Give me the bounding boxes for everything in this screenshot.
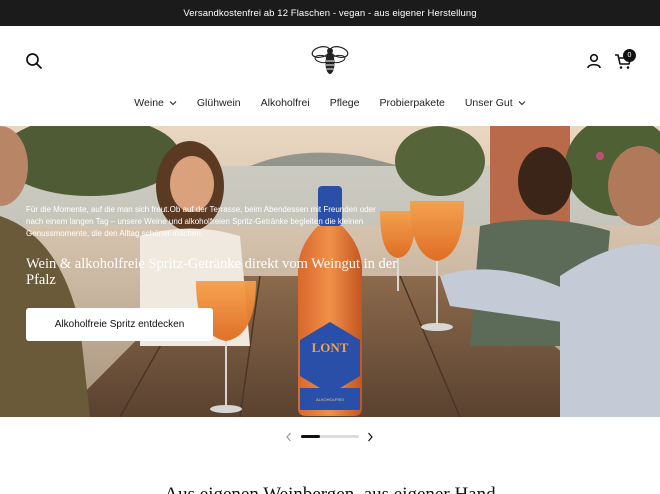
chevron-left-icon[interactable] <box>284 430 294 442</box>
nav-item-gluehwein[interactable]: Glühwein <box>187 94 251 112</box>
section-heading: Aus eigenen Weinbergen, aus eigener Hand <box>0 484 660 494</box>
announcement-bar: Versandkostenfrei ab 12 Flaschen - vegan… <box>0 0 660 26</box>
nav-item-alkoholfrei[interactable]: Alkoholfrei <box>251 94 320 112</box>
nav-item-label: Pflege <box>329 97 360 109</box>
nav-item-probierpakete[interactable]: Probierpakete <box>369 94 454 112</box>
bee-logo[interactable] <box>308 41 352 81</box>
nav-item-unser-gut[interactable]: Unser Gut <box>455 94 536 112</box>
nav-item-label: Probierpakete <box>379 97 445 109</box>
user-icon[interactable] <box>584 51 604 71</box>
slider-progress-track[interactable] <box>301 435 359 438</box>
slider-controls <box>0 417 660 457</box>
chevron-down-icon <box>169 101 177 106</box>
nav-item-label: Weine <box>134 97 164 109</box>
cart-count-badge: 0 <box>623 49 636 62</box>
nav-item-label: Glühwein <box>196 97 241 109</box>
chevron-right-icon[interactable] <box>365 430 375 442</box>
bottle-label: LONT <box>312 340 349 355</box>
site-header: 0 <box>0 26 660 98</box>
hero-cta-button[interactable]: Alkoholfreie Spritz entdecken <box>26 308 213 341</box>
announcement-text: Versandkostenfrei ab 12 Flaschen - vegan… <box>183 7 477 19</box>
search-icon[interactable] <box>24 51 44 71</box>
nav-item-label: Unser Gut <box>464 97 513 109</box>
nav-item-label: Alkoholfrei <box>260 97 310 109</box>
main-nav: Weine Glühwein Alkoholfrei Pflege Probie… <box>0 94 660 112</box>
slider-progress-thumb <box>301 435 321 438</box>
nav-item-weine[interactable]: Weine <box>124 94 187 112</box>
nav-item-pflege[interactable]: Pflege <box>320 94 370 112</box>
chevron-down-icon <box>518 101 526 106</box>
hero-description: Für die Momente, auf die man sich freut.… <box>26 205 376 238</box>
bottle-sublabel: ALKOHOLFREI <box>316 397 344 402</box>
hero-title: Wein & alkoholfreie Spritz-Getränke dire… <box>26 256 398 288</box>
